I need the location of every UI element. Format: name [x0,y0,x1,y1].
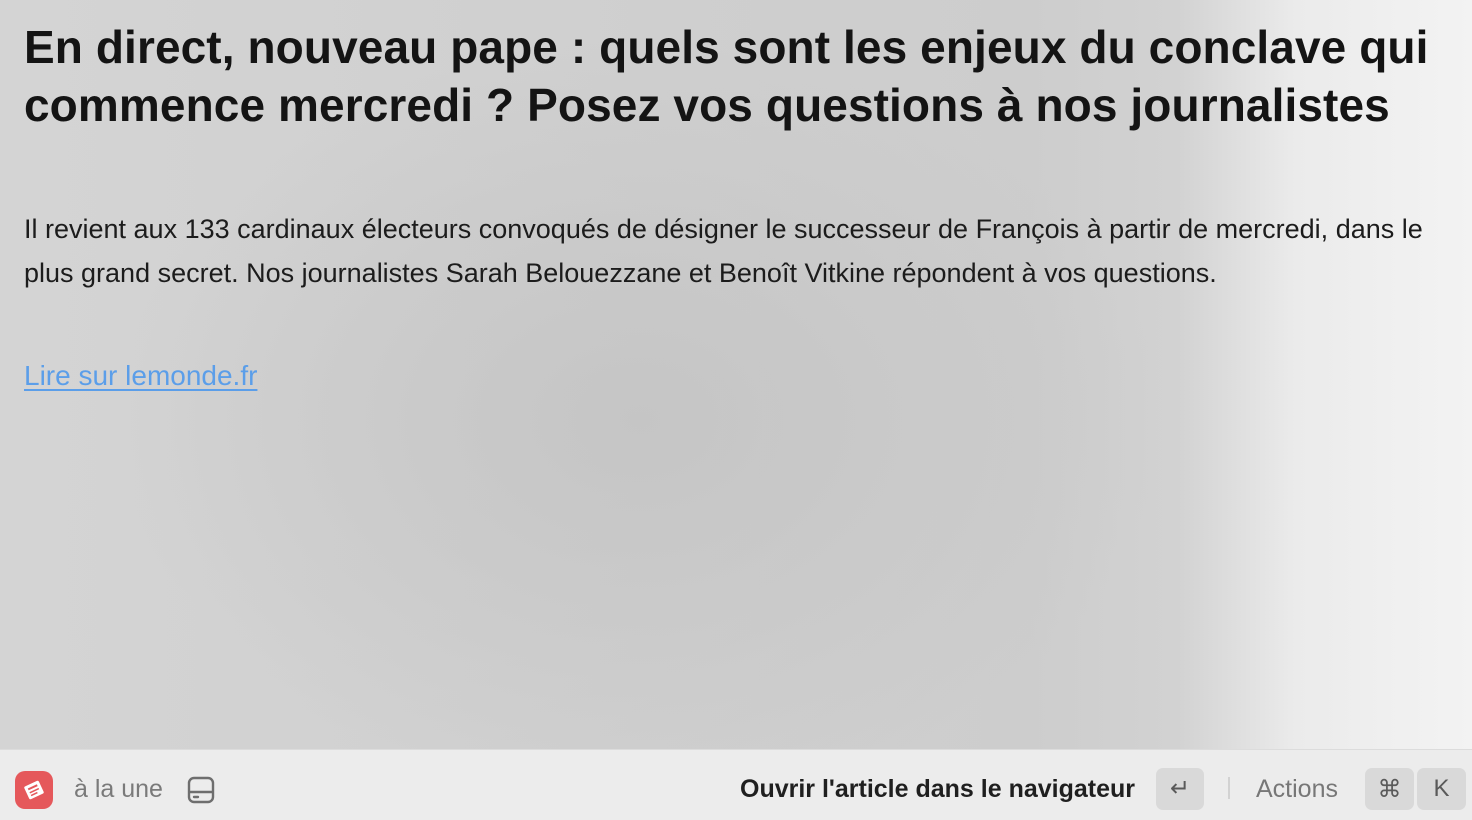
actions-button[interactable]: Actions [1256,772,1338,806]
article-summary: Il revient aux 133 cardinaux électeurs c… [24,214,1423,288]
newspaper-glyph-icon [24,780,44,800]
read-on-lemonde-link[interactable]: Lire sur lemonde.fr [24,356,257,396]
command-key-shortcut: ⌘ [1365,768,1414,810]
k-key-shortcut: K [1417,768,1466,810]
article-detail-pane: En direct, nouveau pape : quels sont les… [0,0,1472,749]
enter-key-shortcut: ↵ [1156,768,1204,810]
feed-name-label: à la une [74,775,163,803]
open-in-browser-button[interactable]: Ouvrir l'article dans le navigateur [740,772,1135,806]
action-bar: à la une Ouvrir l'article dans le naviga… [0,749,1472,820]
article-headline: En direct, nouveau pape : quels sont les… [24,21,1429,131]
inbox-tray-icon[interactable] [185,774,217,806]
action-divider [1228,777,1230,799]
newspaper-app-icon [15,771,53,809]
